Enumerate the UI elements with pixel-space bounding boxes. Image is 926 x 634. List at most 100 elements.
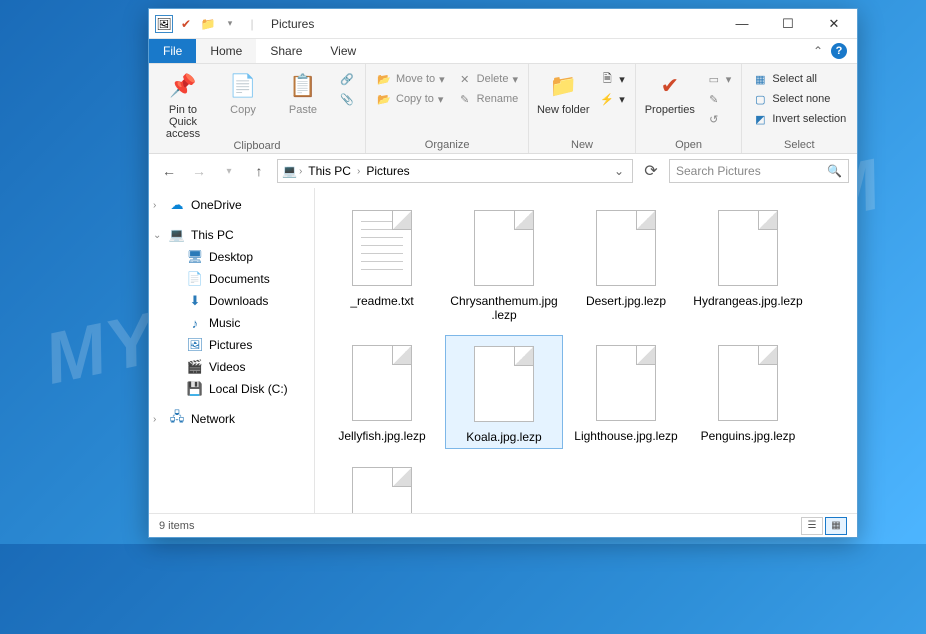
nav-thispc[interactable]: ⌄💻This PC [149, 224, 314, 246]
copy-path-button[interactable]: 🔗 [335, 70, 359, 88]
forward-button[interactable]: → [187, 159, 211, 183]
file-item[interactable]: Penguins.jpg.lezp [689, 335, 807, 449]
select-none-button[interactable]: ▢Select none [748, 90, 850, 108]
copy-label: Copy [230, 104, 256, 116]
pin-label: Pin to Quick access [155, 104, 211, 140]
music-icon: ♪ [187, 315, 203, 331]
history-button[interactable]: ↺ [702, 110, 736, 128]
explorer-window: 🖼 ✔ 📁 ▾ | Pictures ― ☐ ✕ File Home Share… [148, 8, 858, 538]
pin-quick-access-button[interactable]: 📌 Pin to Quick access [155, 70, 211, 140]
properties-button[interactable]: ✔ Properties [642, 70, 698, 116]
group-organize-label: Organize [372, 139, 522, 153]
nav-onedrive[interactable]: ›☁OneDrive [149, 194, 314, 216]
file-icon [712, 339, 784, 427]
new-item-button[interactable]: 🗎▾ [595, 70, 629, 88]
recent-button[interactable]: ▾ [217, 159, 241, 183]
file-icon [346, 339, 418, 427]
search-icon: 🔍 [827, 164, 842, 178]
easy-access-button[interactable]: ⚡▾ [595, 90, 629, 108]
minimize-button[interactable]: ― [719, 9, 765, 39]
file-name: Koala.jpg.lezp [466, 430, 541, 444]
maximize-button[interactable]: ☐ [765, 9, 811, 39]
file-icon [590, 204, 662, 292]
close-button[interactable]: ✕ [811, 9, 857, 39]
chevron-right-icon[interactable]: › [299, 166, 302, 177]
file-item[interactable]: Chrysanthemum.jpg.lezp [445, 200, 563, 327]
rename-button[interactable]: ✎Rename [453, 90, 523, 108]
up-button[interactable]: ↑ [247, 159, 271, 183]
copy-to-button[interactable]: 📂Copy to ▾ [372, 90, 449, 108]
easy-access-icon: ⚡ [599, 91, 615, 107]
nav-music[interactable]: ♪Music [149, 312, 314, 334]
new-folder-button[interactable]: 📁 New folder [535, 70, 591, 116]
copy-button[interactable]: 📄 Copy [215, 70, 271, 116]
file-icon [590, 339, 662, 427]
navigation-pane: ›☁OneDrive ⌄💻This PC 🖥Desktop 📄Documents… [149, 188, 315, 513]
select-all-button[interactable]: ▦Select all [748, 70, 850, 88]
file-pane[interactable]: _readme.txt Chrysanthemum.jpg.lezpDesert.… [315, 188, 857, 513]
downloads-icon: ⬇ [187, 293, 203, 309]
breadcrumb[interactable]: 💻 › This PC › Pictures ⌄ [277, 159, 633, 183]
ribbon-tabs: File Home Share View ⌃ ? [149, 39, 857, 64]
paste-button[interactable]: 📋 Paste [275, 70, 331, 116]
nav-videos[interactable]: 🎬Videos [149, 356, 314, 378]
nav-documents[interactable]: 📄Documents [149, 268, 314, 290]
nav-desktop[interactable]: 🖥Desktop [149, 246, 314, 268]
pin-icon: 📌 [167, 70, 199, 102]
videos-icon: 🎬 [187, 359, 203, 375]
invert-selection-button[interactable]: ◩Invert selection [748, 110, 850, 128]
edit-icon: ✎ [706, 91, 722, 107]
tab-share[interactable]: Share [256, 39, 316, 63]
details-view-button[interactable]: ☰ [801, 517, 823, 535]
select-none-icon: ▢ [752, 91, 768, 107]
folder-icon: 📁 [199, 15, 217, 33]
paste-shortcut-button[interactable]: 📎 [335, 90, 359, 108]
tab-file[interactable]: File [149, 39, 196, 63]
qat-icon-2[interactable]: ✔ [177, 15, 195, 33]
help-icon[interactable]: ? [831, 43, 847, 59]
nav-network[interactable]: ›🖧Network [149, 408, 314, 430]
file-item[interactable]: Jellyfish.jpg.lezp [323, 335, 441, 449]
refresh-button[interactable]: ⟳ [639, 159, 663, 183]
nav-localdisk[interactable]: 💾Local Disk (C:) [149, 378, 314, 400]
crumb-thispc[interactable]: This PC [304, 164, 355, 178]
search-input[interactable]: Search Pictures 🔍 [669, 159, 849, 183]
file-item[interactable]: _readme.txt [323, 200, 441, 327]
path-icon: 🔗 [339, 71, 355, 87]
properties-icon: ✔ [654, 70, 686, 102]
file-item[interactable]: Desert.jpg.lezp [567, 200, 685, 327]
crumb-dropdown[interactable]: ⌄ [610, 164, 628, 178]
invert-icon: ◩ [752, 111, 768, 127]
file-name: _readme.txt [350, 294, 413, 308]
item-count: 9 items [159, 520, 194, 532]
file-icon [468, 340, 540, 428]
move-to-button[interactable]: 📂Move to ▾ [372, 70, 449, 88]
cloud-icon: ☁ [169, 197, 185, 213]
nav-pictures[interactable]: 🖼Pictures [149, 334, 314, 356]
qat-icon-1[interactable]: 🖼 [155, 15, 173, 33]
open-icon: ▭ [706, 71, 722, 87]
crumb-pictures[interactable]: Pictures [362, 164, 413, 178]
chevron-right-icon[interactable]: › [357, 166, 360, 177]
file-name: Penguins.jpg.lezp [701, 429, 796, 443]
search-placeholder: Search Pictures [676, 164, 761, 178]
ribbon: 📌 Pin to Quick access 📄 Copy 📋 Paste 🔗 📎… [149, 64, 857, 154]
file-item[interactable]: Lighthouse.jpg.lezp [567, 335, 685, 449]
file-item[interactable]: Hydrangeas.jpg.lezp [689, 200, 807, 327]
nav-downloads[interactable]: ⬇Downloads [149, 290, 314, 312]
collapse-ribbon-icon[interactable]: ⌃ [813, 44, 823, 58]
tab-view[interactable]: View [316, 39, 370, 63]
pc-icon: 💻 [169, 227, 185, 243]
open-button[interactable]: ▭▾ [702, 70, 736, 88]
back-button[interactable]: ← [157, 159, 181, 183]
qat-dropdown[interactable]: ▾ [221, 15, 239, 33]
tab-home[interactable]: Home [196, 39, 256, 63]
file-item[interactable]: Koala.jpg.lezp [445, 335, 563, 449]
file-item[interactable]: Tulips.jpg.lezp [323, 457, 441, 513]
select-all-icon: ▦ [752, 71, 768, 87]
group-open-label: Open [642, 139, 736, 153]
shortcut-icon: 📎 [339, 91, 355, 107]
icons-view-button[interactable]: ▦ [825, 517, 847, 535]
delete-button[interactable]: ✕Delete ▾ [453, 70, 523, 88]
edit-button[interactable]: ✎ [702, 90, 736, 108]
